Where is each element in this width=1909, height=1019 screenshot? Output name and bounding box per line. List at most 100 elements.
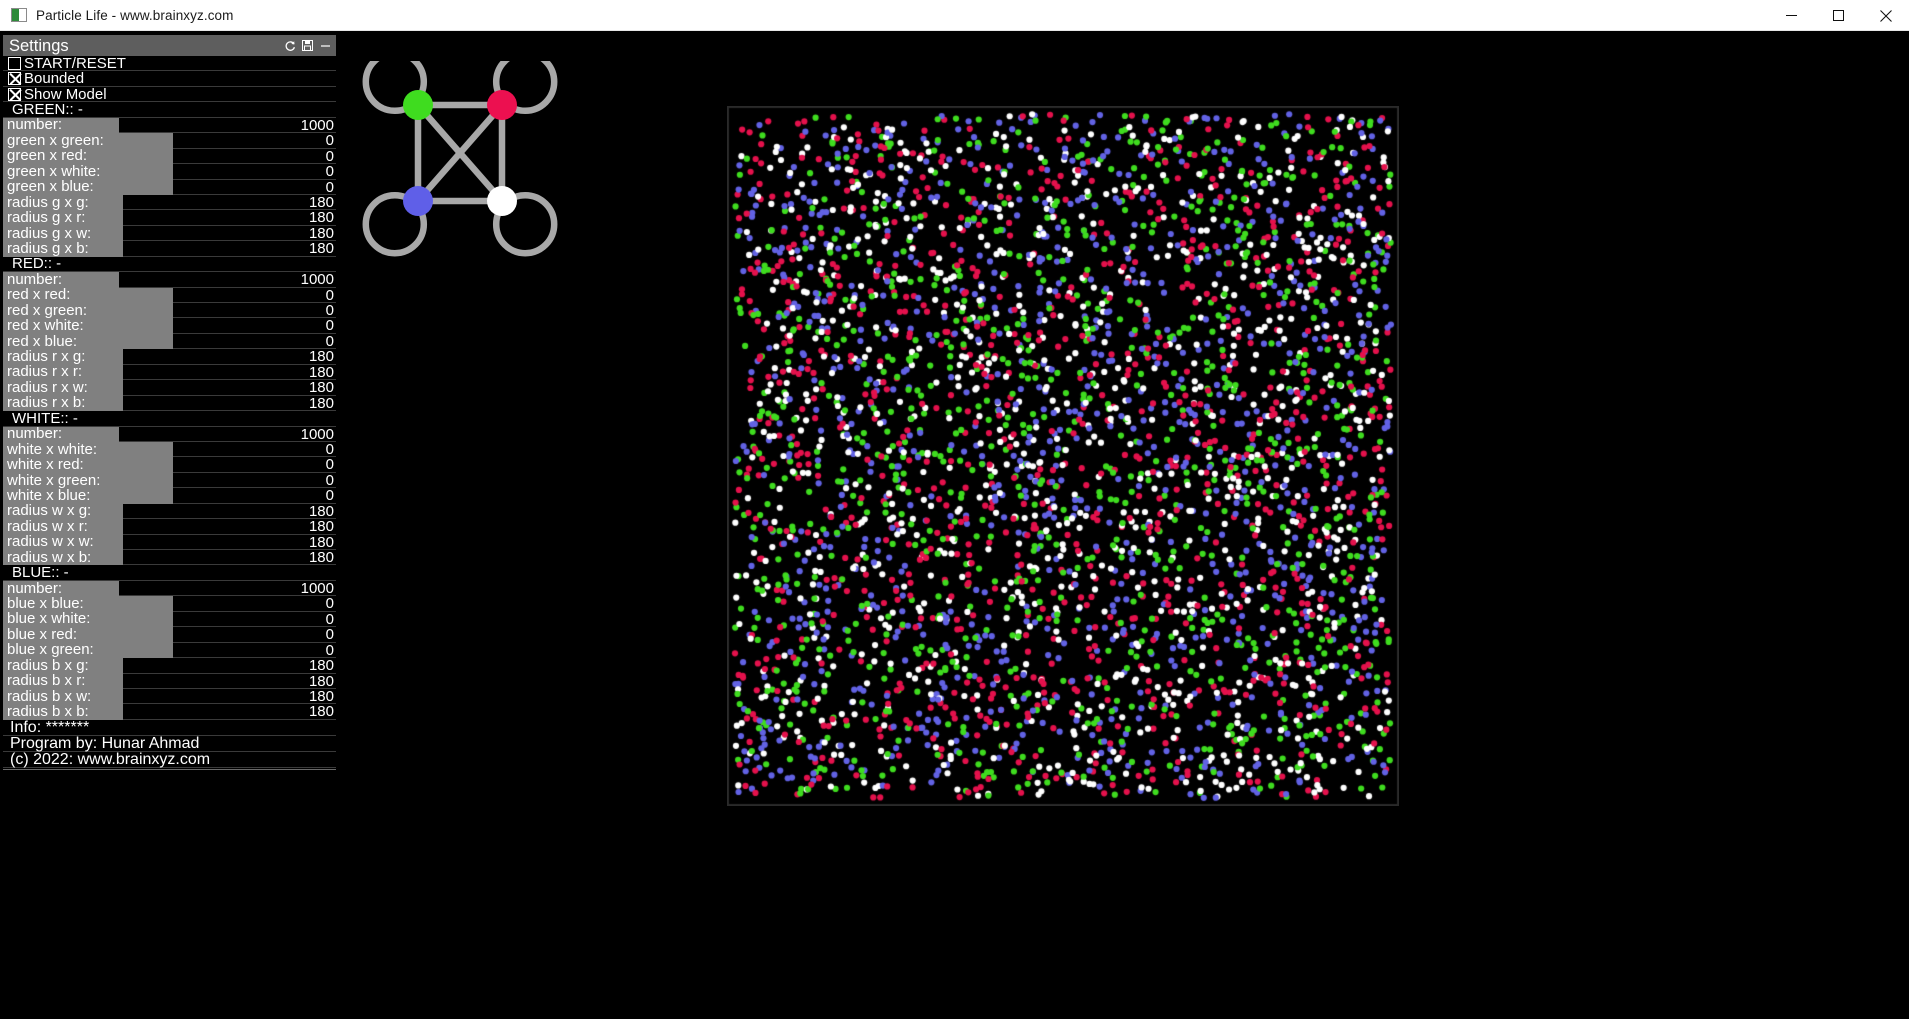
slider-row[interactable]: green x white: 0: [3, 162, 336, 181]
slider-value: 180: [308, 379, 334, 397]
slider-value: 0: [325, 595, 334, 613]
checkbox-unchecked-icon[interactable]: [8, 56, 21, 70]
maximize-icon[interactable]: [1815, 0, 1862, 31]
slider-row[interactable]: radius g x w: 180: [3, 224, 336, 242]
slider-row[interactable]: radius r x w: 180: [3, 378, 336, 397]
slider-row[interactable]: radius w x b: 180: [3, 549, 336, 566]
checkbox-checked-icon[interactable]: [8, 87, 21, 101]
slider-value: 0: [325, 286, 334, 304]
slider-row[interactable]: green x blue: 0: [3, 178, 336, 196]
slider-row[interactable]: red x blue: 0: [3, 332, 336, 350]
slider-row[interactable]: radius g x b: 180: [3, 241, 336, 257]
slider-value: 0: [325, 132, 334, 150]
slider-label: blue x green:: [7, 641, 94, 659]
slider-row[interactable]: radius w x r: 180: [3, 519, 336, 535]
slider-row[interactable]: red x green: 0: [3, 301, 336, 319]
slider-value: 180: [308, 533, 334, 551]
slider-label: green x blue:: [7, 178, 94, 196]
slider-row[interactable]: radius w x w: 180: [3, 533, 336, 551]
slider-row[interactable]: green x red: 0: [3, 148, 336, 165]
slider-value: 180: [308, 394, 334, 412]
slider-label: radius b x b:: [7, 703, 89, 721]
slider-value: 0: [325, 302, 334, 319]
slider-value: 0: [325, 471, 334, 489]
slider-value: 180: [308, 549, 334, 566]
checkbox-row[interactable]: Show Model: [3, 87, 336, 103]
slider-row[interactable]: radius b x r: 180: [3, 673, 336, 689]
checkbox-label: Bounded: [24, 70, 85, 88]
slider-row[interactable]: radius r x g: 180: [3, 348, 336, 366]
slider-row[interactable]: radius g x g: 180: [3, 195, 336, 211]
slider-row[interactable]: white x red: 0: [3, 457, 336, 473]
slider-row[interactable]: radius b x w: 180: [3, 687, 336, 705]
minimize-icon[interactable]: [319, 39, 332, 52]
slider-row[interactable]: white x blue: 0: [3, 488, 336, 504]
slider-label: white x green:: [7, 471, 101, 489]
slider-row[interactable]: blue x red: 0: [3, 625, 336, 643]
slider-label: red x green:: [7, 301, 88, 319]
slider-label: green x white:: [7, 162, 101, 180]
slider-row[interactable]: radius w x g: 180: [3, 503, 336, 520]
footer-row: Info: *******: [3, 719, 336, 736]
model-node-red[interactable]: [487, 90, 517, 120]
section-heading: WHITE:: -: [12, 409, 78, 427]
slider-row[interactable]: number: 1000: [3, 425, 336, 443]
section-heading-row: RED:: -: [3, 256, 336, 273]
slider-label: radius r x g:: [7, 348, 86, 366]
refresh-icon[interactable]: [283, 39, 296, 52]
slider-row[interactable]: white x white: 0: [3, 440, 336, 458]
slider-row[interactable]: radius r x b: 180: [3, 394, 336, 412]
slider-row[interactable]: green x green: 0: [3, 132, 336, 150]
slider-row[interactable]: red x red: 0: [3, 286, 336, 304]
slider-label: radius r x r:: [7, 363, 83, 381]
footer-text: Program by: Hunar Ahmad: [10, 734, 200, 752]
slider-value: 0: [325, 332, 334, 350]
slider-value: 180: [308, 657, 334, 675]
main-stage: Settings START/RESET Bounded Show Model …: [0, 31, 1909, 1019]
slider-row[interactable]: radius g x r: 180: [3, 209, 336, 227]
section-heading-row: WHITE:: -: [3, 409, 336, 427]
checkbox-label: START/RESET: [24, 54, 126, 72]
slider-label: radius g x w:: [7, 224, 92, 242]
slider-value: 180: [308, 687, 334, 705]
particle-canvas[interactable]: [727, 106, 1399, 806]
slider-row[interactable]: white x green: 0: [3, 471, 336, 489]
settings-header-icons: [283, 35, 332, 56]
slider-label: blue x red:: [7, 625, 78, 643]
section-heading-row: GREEN:: -: [3, 102, 336, 118]
checkbox-row[interactable]: Bounded: [3, 70, 336, 88]
slider-row[interactable]: blue x white: 0: [3, 610, 336, 628]
checkbox-row[interactable]: START/RESET: [3, 54, 336, 72]
slider-value: 0: [325, 641, 334, 659]
slider-row[interactable]: number: 1000: [3, 117, 336, 134]
slider-row[interactable]: radius b x b: 180: [3, 703, 336, 721]
particle-simulation-area[interactable]: [727, 106, 1399, 806]
slider-value: 0: [325, 163, 334, 181]
model-node-blue[interactable]: [403, 186, 433, 216]
slider-row[interactable]: radius b x g: 180: [3, 657, 336, 675]
model-node-green[interactable]: [403, 90, 433, 120]
slider-row[interactable]: blue x blue: 0: [3, 595, 336, 613]
save-icon[interactable]: [301, 39, 314, 52]
settings-body: START/RESET Bounded Show Model GREEN:: - num…: [3, 56, 336, 768]
slider-value: 1000: [300, 425, 334, 443]
slider-value: 1000: [300, 579, 334, 597]
model-diagram: [362, 49, 558, 257]
slider-row[interactable]: radius r x r: 180: [3, 363, 336, 381]
settings-header[interactable]: Settings: [3, 35, 336, 56]
slider-label: blue x white:: [7, 610, 91, 628]
footer-row: (c) 2022: www.brainxyz.com: [3, 751, 336, 768]
minimize-icon[interactable]: [1768, 0, 1815, 31]
settings-panel: Settings START/RESET Bounded Show Model …: [3, 35, 336, 770]
close-icon[interactable]: [1862, 0, 1909, 31]
model-node-white[interactable]: [487, 186, 517, 216]
slider-value: 180: [308, 209, 334, 227]
slider-row[interactable]: number: 1000: [3, 579, 336, 597]
slider-row[interactable]: red x white: 0: [3, 318, 336, 334]
slider-row[interactable]: blue x green: 0: [3, 641, 336, 659]
slider-label: red x blue:: [7, 332, 78, 350]
checkbox-checked-icon[interactable]: [8, 72, 21, 86]
slider-row[interactable]: number: 1000: [3, 272, 336, 288]
slider-label: white x white:: [7, 440, 98, 458]
slider-label: radius r x w:: [7, 378, 88, 396]
